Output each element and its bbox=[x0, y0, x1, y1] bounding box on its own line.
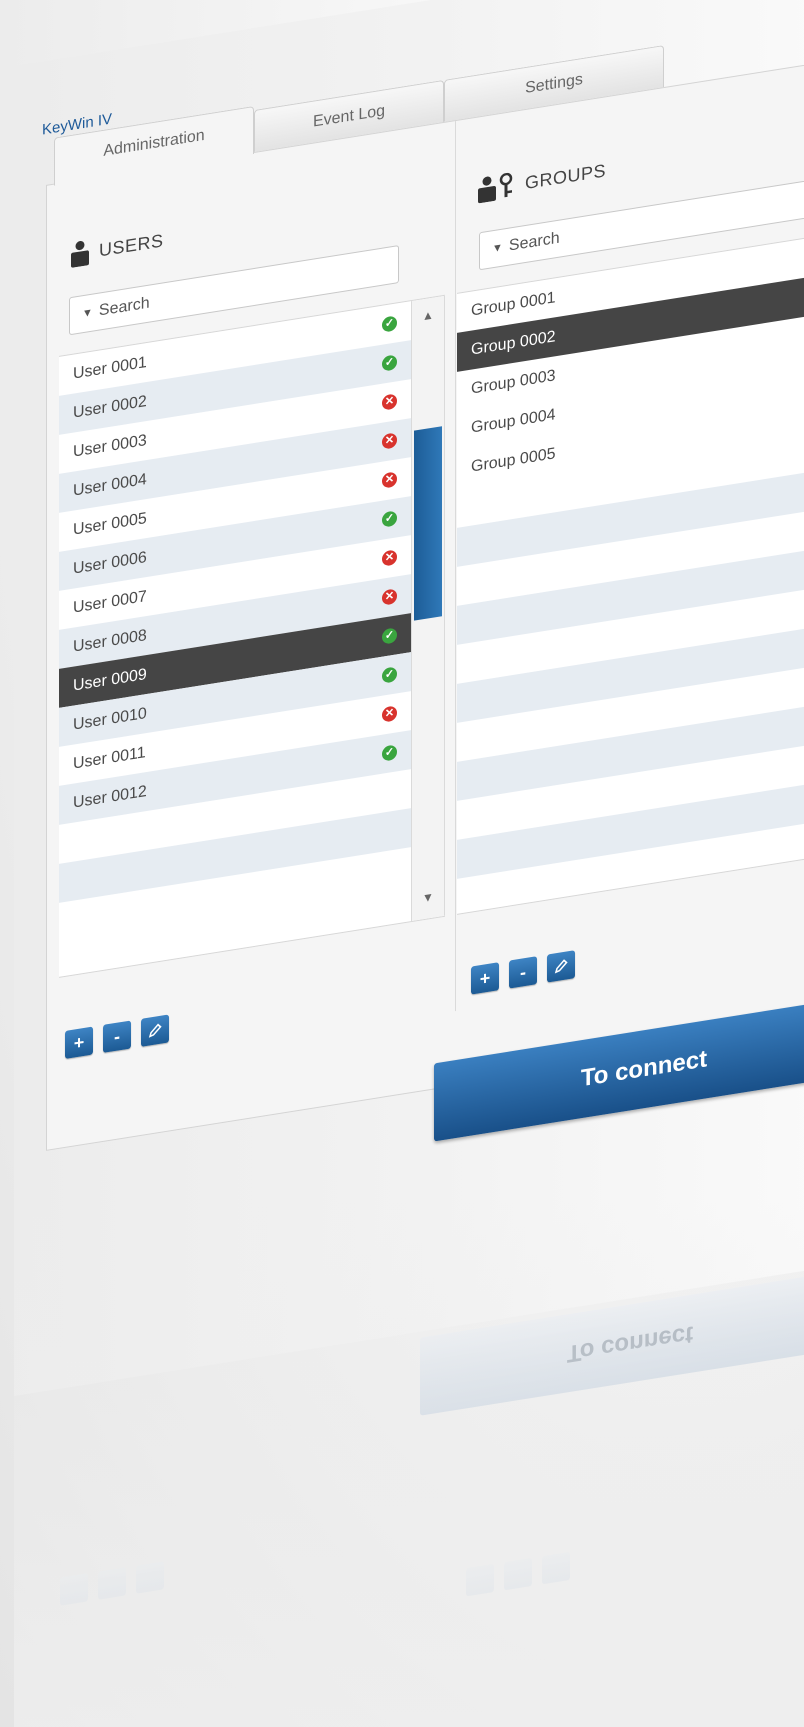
user-label: User 0006 bbox=[73, 548, 147, 578]
group-label: Group 0002 bbox=[471, 328, 556, 359]
connect-button-label: To connect bbox=[580, 1045, 708, 1093]
plus-icon: + bbox=[73, 1031, 85, 1054]
groups-search-placeholder: Search bbox=[508, 229, 560, 255]
administration-panel: USERS ▼ Search User 0001 ✓ User 0002 ✓ User … bbox=[46, 59, 804, 1151]
tab-label: Administration bbox=[103, 126, 205, 160]
minus-icon: - bbox=[114, 1025, 120, 1047]
users-search-placeholder: Search bbox=[98, 294, 150, 320]
users-action-buttons: + - bbox=[65, 1014, 169, 1059]
group-key-icon bbox=[478, 172, 513, 204]
users-heading-label: USERS bbox=[99, 229, 164, 261]
users-heading: USERS bbox=[69, 227, 164, 268]
groups-heading: GROUPS bbox=[477, 157, 607, 204]
group-label: Group 0005 bbox=[471, 445, 556, 476]
status-ok-icon: ✓ bbox=[382, 627, 397, 645]
status-error-icon: ✕ bbox=[382, 549, 397, 567]
dropdown-triangle-icon: ▼ bbox=[82, 306, 93, 321]
edit-group-button[interactable] bbox=[547, 950, 575, 983]
user-label: User 0009 bbox=[73, 665, 147, 695]
groups-heading-label: GROUPS bbox=[525, 159, 607, 193]
remove-group-button[interactable]: - bbox=[509, 956, 537, 989]
status-error-icon: ✕ bbox=[382, 588, 397, 606]
reflection: To connect bbox=[14, 1200, 804, 1727]
user-label: User 0012 bbox=[73, 782, 147, 812]
scroll-down-icon[interactable]: ▼ bbox=[412, 888, 444, 907]
remove-user-button[interactable]: - bbox=[103, 1020, 131, 1053]
group-label: Group 0001 bbox=[471, 289, 556, 320]
user-label: User 0003 bbox=[73, 431, 147, 461]
pencil-icon bbox=[554, 959, 568, 974]
status-ok-icon: ✓ bbox=[382, 666, 397, 684]
scroll-thumb[interactable] bbox=[414, 426, 442, 621]
add-user-button[interactable]: + bbox=[65, 1026, 93, 1059]
status-ok-icon: ✓ bbox=[382, 354, 397, 372]
group-label: Group 0003 bbox=[471, 367, 556, 398]
app-window: KeyWin IV Event Log Settings Administrat… bbox=[14, 0, 804, 1397]
user-label: User 0005 bbox=[73, 509, 147, 539]
user-label: User 0010 bbox=[73, 704, 147, 734]
minus-icon: - bbox=[520, 961, 526, 983]
column-divider bbox=[455, 120, 456, 1012]
groups-action-buttons: + - bbox=[471, 950, 575, 995]
tab-label: Event Log bbox=[312, 102, 386, 131]
scroll-up-icon[interactable]: ▲ bbox=[412, 306, 444, 325]
status-error-icon: ✕ bbox=[382, 705, 397, 723]
group-label: Group 0004 bbox=[471, 406, 556, 437]
user-label: User 0004 bbox=[73, 470, 147, 500]
user-label: User 0002 bbox=[73, 392, 147, 422]
stage: KeyWin IV Event Log Settings Administrat… bbox=[0, 0, 804, 1727]
dropdown-triangle-icon: ▼ bbox=[492, 241, 503, 256]
tab-label: Settings bbox=[525, 70, 583, 98]
add-group-button[interactable]: + bbox=[471, 962, 499, 995]
status-error-icon: ✕ bbox=[382, 393, 397, 411]
reflection-fade bbox=[14, 1200, 804, 1727]
status-error-icon: ✕ bbox=[382, 471, 397, 489]
pencil-icon bbox=[148, 1023, 162, 1038]
user-label: User 0008 bbox=[73, 626, 147, 656]
users-list: User 0001 ✓ User 0002 ✓ User 0003 ✕ User 0004 ✕… bbox=[59, 294, 445, 978]
status-ok-icon: ✓ bbox=[382, 315, 397, 333]
status-error-icon: ✕ bbox=[382, 432, 397, 450]
edit-user-button[interactable] bbox=[141, 1014, 169, 1047]
user-icon bbox=[71, 240, 89, 268]
status-ok-icon: ✓ bbox=[382, 744, 397, 762]
plus-icon: + bbox=[479, 967, 491, 989]
groups-list: Group 0001 Group 0002 Group 0003 Group 0004… bbox=[457, 232, 804, 915]
user-label: User 0001 bbox=[73, 353, 147, 383]
user-label: User 0011 bbox=[73, 744, 146, 773]
status-ok-icon: ✓ bbox=[382, 510, 397, 528]
user-label: User 0007 bbox=[73, 587, 147, 617]
users-scrollbar[interactable]: ▲ ▼ bbox=[411, 295, 445, 922]
